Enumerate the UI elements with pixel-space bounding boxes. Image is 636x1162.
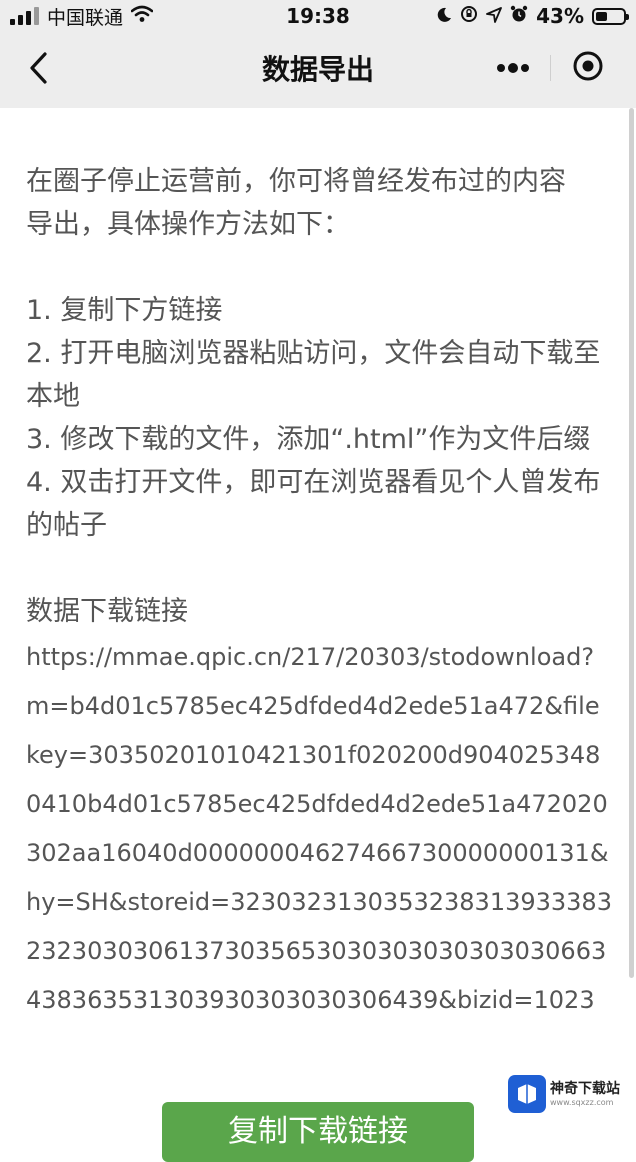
watermark-name: 神奇下载站 xyxy=(550,1081,620,1097)
export-instructions: 在圈子停止运营前，你可将曾经发布过的内容 导出，具体操作方法如下： 1. 复制下… xyxy=(26,160,612,1025)
step-1: 1. 复制下方链接 xyxy=(26,295,223,326)
intro-text-line-2: 导出，具体操作方法如下： xyxy=(26,209,350,240)
scrollbar[interactable] xyxy=(629,108,634,978)
battery-percent: 43% xyxy=(536,4,584,28)
intro-text-line-1: 在圈子停止运营前，你可将曾经发布过的内容 xyxy=(26,166,566,197)
step-3: 3. 修改下载的文件，添加“.html”作为文件后缀 xyxy=(26,424,591,455)
moon-icon xyxy=(436,4,452,28)
close-button[interactable] xyxy=(551,46,625,90)
battery-icon xyxy=(592,7,629,25)
step-4: 4. 双击打开文件，即可在浏览器看见个人曾发布的帖子 xyxy=(26,467,601,541)
site-watermark: 神奇下载站 www.sqxzz.com xyxy=(508,1072,632,1116)
mini-program-capsule xyxy=(476,46,626,90)
orientation-lock-icon xyxy=(460,4,478,28)
step-2: 2. 打开电脑浏览器粘贴访问，文件会自动下载至本地 xyxy=(26,338,601,412)
location-icon xyxy=(486,4,503,28)
status-bar: 中国联通 19:38 43% xyxy=(0,0,636,32)
download-link[interactable]: https://mmae.qpic.cn/217/20303/stodownlo… xyxy=(26,633,612,1025)
nav-bar: 数据导出 xyxy=(0,32,636,108)
link-heading: 数据下载链接 xyxy=(26,596,188,627)
site-logo-icon xyxy=(508,1075,546,1113)
copy-link-button[interactable]: 复制下载链接 xyxy=(162,1102,474,1162)
more-button[interactable] xyxy=(476,46,550,90)
watermark-domain: www.sqxzz.com xyxy=(550,1098,614,1107)
status-right: 43% xyxy=(436,0,629,32)
target-close-icon xyxy=(572,50,604,86)
alarm-icon xyxy=(510,4,528,28)
more-dots-icon xyxy=(495,59,531,78)
